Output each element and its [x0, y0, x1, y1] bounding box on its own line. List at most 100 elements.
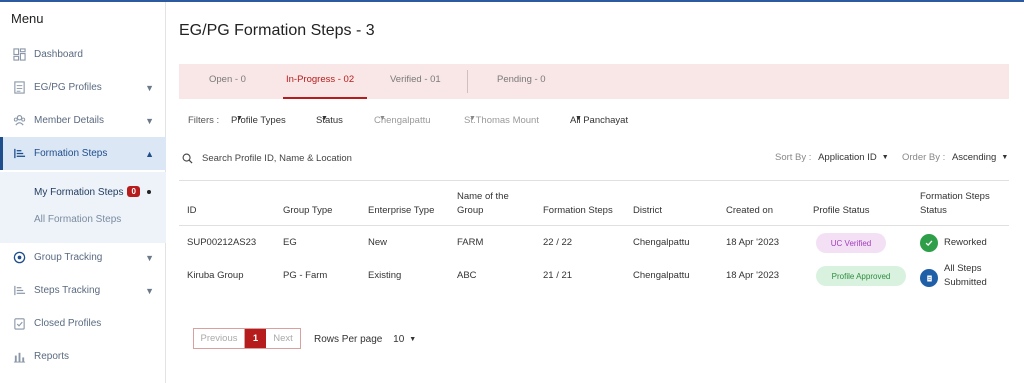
active-dot-icon	[147, 190, 151, 194]
submenu-label: My Formation Steps	[34, 187, 124, 198]
sidebar-item-formation-steps[interactable]: Formation Steps ▲	[0, 137, 166, 170]
formation-steps-submenu: My Formation Steps 0 All Formation Steps	[0, 172, 166, 243]
caret-down-icon: ▼	[379, 115, 386, 122]
rows-per-page-select[interactable]: 10 ▼	[393, 334, 416, 345]
sidebar-item-label: Reports	[34, 351, 70, 362]
cell-group-name: ABC	[457, 270, 477, 281]
tracking-icon	[12, 251, 26, 265]
search-icon	[182, 153, 193, 164]
active-tab-indicator	[283, 97, 367, 99]
sidebar: Menu Dashboard EG/PG Profiles ▼ Member D…	[0, 2, 166, 383]
table-row[interactable]: SUP00212AS23 EG New FARM 22 / 22 Chengal…	[179, 227, 1009, 263]
order-by-control[interactable]: Order By : Ascending ▼	[902, 152, 1008, 163]
reports-icon	[12, 350, 26, 364]
column-header-profile-status: Profile Status	[813, 205, 870, 216]
column-header-enterprise-type: Enterprise Type	[368, 205, 435, 216]
main-content: EG/PG Formation Steps - 3 Open - 0 In-Pr…	[167, 2, 1024, 383]
cell-district: Chengalpattu	[633, 270, 690, 281]
sidebar-item-label: Closed Profiles	[34, 318, 102, 329]
cell-formation-steps: 21 / 21	[543, 270, 573, 281]
chevron-down-icon[interactable]: ▼	[145, 83, 154, 93]
previous-page-button[interactable]: Previous	[194, 329, 245, 348]
caret-down-icon: ▼	[321, 115, 328, 122]
submenu-label: All Formation Steps	[34, 214, 122, 225]
status-badge: Profile Approved	[816, 266, 906, 286]
sidebar-item-reports[interactable]: Reports	[0, 340, 166, 373]
caret-down-icon: ▼	[1001, 154, 1009, 161]
steps-icon	[12, 284, 26, 298]
page-number-button[interactable]: 1	[245, 329, 266, 348]
closed-icon	[12, 317, 26, 331]
sidebar-item-eg-pg-profiles[interactable]: EG/PG Profiles ▼	[0, 71, 166, 104]
cell-created-on: 18 Apr '2023	[726, 270, 780, 281]
members-icon	[12, 114, 26, 128]
sidebar-item-label: Group Tracking	[34, 252, 103, 263]
chevron-down-icon[interactable]: ▼	[145, 116, 154, 126]
tab-open[interactable]: Open - 0	[209, 74, 246, 85]
sidebar-item-steps-tracking[interactable]: Steps Tracking ▼	[0, 274, 166, 307]
search-input[interactable]	[202, 152, 472, 164]
caret-down-icon: ▼	[409, 336, 417, 343]
filters-label: Filters :	[188, 115, 220, 126]
chevron-down-icon[interactable]: ▼	[145, 253, 154, 263]
sidebar-item-label: Dashboard	[34, 49, 83, 60]
sidebar-item-group-tracking[interactable]: Group Tracking ▼	[0, 241, 166, 274]
status-badge: UC Verified	[816, 233, 886, 253]
pagination: Previous 1 Next	[193, 328, 301, 349]
column-header-group-type: Group Type	[283, 205, 333, 216]
sidebar-item-member-details[interactable]: Member Details ▼	[0, 104, 166, 137]
cell-id: Kiruba Group	[187, 270, 244, 281]
caret-down-icon: ▼	[575, 115, 582, 122]
cell-enterprise-type: Existing	[368, 270, 402, 281]
page-title: EG/PG Formation Steps - 3	[179, 22, 375, 39]
check-circle-icon	[920, 234, 938, 252]
submenu-my-formation-steps[interactable]: My Formation Steps 0	[34, 186, 140, 198]
column-header-fs-status-line2: Status	[920, 205, 947, 216]
cell-group-name: FARM	[457, 237, 484, 248]
cell-fs-status: Reworked	[944, 237, 987, 248]
caret-down-icon: ▼	[469, 115, 476, 122]
chevron-down-icon[interactable]: ▼	[145, 286, 154, 296]
status-tabs: Open - 0 In-Progress - 02 Verified - 01 …	[179, 64, 1009, 99]
cell-district: Chengalpattu	[633, 237, 690, 248]
order-by-value[interactable]: Ascending	[952, 152, 996, 163]
column-header-name-line1: Name of the	[457, 191, 509, 202]
sidebar-item-dashboard[interactable]: Dashboard	[0, 38, 166, 71]
profiles-icon	[12, 81, 26, 95]
sidebar-item-label: EG/PG Profiles	[34, 82, 102, 93]
rows-per-page-label: Rows Per page	[314, 334, 383, 345]
column-header-name-line2: Group	[457, 205, 484, 216]
cell-created-on: 18 Apr '2023	[726, 237, 780, 248]
column-header-created-on: Created on	[726, 205, 774, 216]
column-header-district: District	[633, 205, 663, 216]
cell-enterprise-type: New	[368, 237, 388, 248]
column-header-formation-steps: Formation Steps	[543, 205, 613, 216]
column-header-id: ID	[187, 205, 197, 216]
column-header-fs-status-line1: Formation Steps	[920, 191, 990, 202]
cell-group-type: EG	[283, 237, 297, 248]
caret-down-icon: ▼	[236, 115, 243, 122]
sort-by-control[interactable]: Sort By : Application ID ▼	[775, 152, 889, 163]
filters-bar: Filters : Profile Types ▼ Status ▼ Chengal…	[188, 115, 1008, 129]
cell-fs-status-line1: All Steps	[944, 263, 982, 274]
rows-per-page-value: 10	[393, 334, 405, 345]
tab-in-progress[interactable]: In-Progress - 02	[286, 74, 354, 85]
caret-down-icon: ▼	[881, 154, 889, 161]
chevron-up-icon[interactable]: ▲	[145, 149, 154, 159]
formation-steps-icon	[12, 147, 26, 161]
sidebar-item-closed-profiles[interactable]: Closed Profiles	[0, 307, 166, 340]
count-badge: 0	[127, 186, 140, 197]
cell-id: SUP00212AS23	[187, 237, 257, 248]
cell-group-type: PG - Farm	[283, 270, 328, 281]
menu-title: Menu	[11, 11, 44, 26]
tab-verified[interactable]: Verified - 01	[390, 74, 441, 85]
document-icon	[920, 269, 938, 287]
tab-pending[interactable]: Pending - 0	[497, 74, 546, 85]
rows-per-page: Rows Per page 10 ▼	[314, 334, 416, 345]
table-row[interactable]: Kiruba Group PG - Farm Existing ABC 21 /…	[179, 263, 1009, 299]
next-page-button[interactable]: Next	[266, 329, 300, 348]
sidebar-item-label: Formation Steps	[34, 148, 108, 159]
search-bar	[182, 150, 482, 166]
submenu-all-formation-steps[interactable]: All Formation Steps	[34, 214, 121, 225]
sort-by-value[interactable]: Application ID	[818, 152, 877, 163]
